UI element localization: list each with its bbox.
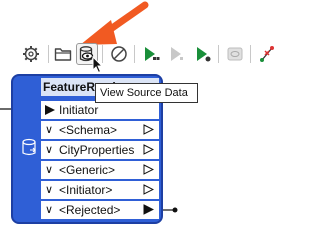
tooltip: View Source Data: [95, 83, 198, 103]
chevron-down-icon[interactable]: ∨: [45, 161, 53, 179]
output-port-arrow-icon: [143, 164, 154, 175]
chevron-down-icon[interactable]: ∨: [45, 181, 53, 199]
output-port-label: <Initiator>: [59, 183, 113, 197]
chevron-down-icon[interactable]: ∨: [45, 121, 53, 139]
output-port-label: <Generic>: [59, 163, 116, 177]
output-port-arrow-icon: [143, 144, 154, 155]
chevron-down-icon[interactable]: ∨: [45, 201, 53, 219]
output-port-label: CityProperties: [59, 143, 135, 157]
reader-database-icon: [22, 138, 36, 156]
output-port-arrow-icon: [143, 204, 154, 215]
chevron-down-icon[interactable]: ∨: [45, 141, 53, 159]
connection-dot: [172, 207, 178, 213]
output-port-label: <Rejected>: [59, 203, 121, 217]
output-port-arrow-icon: [143, 124, 154, 135]
output-port[interactable]: ∨ CityProperties: [41, 141, 159, 159]
output-port[interactable]: ∨ <Generic>: [41, 161, 159, 179]
output-port[interactable]: ∨ <Initiator>: [41, 181, 159, 199]
input-port[interactable]: Initiator: [41, 101, 159, 119]
input-port-arrow-icon: [45, 105, 55, 115]
output-port[interactable]: ∨ <Schema>: [41, 121, 159, 139]
output-port-arrow-icon: [143, 184, 154, 195]
input-port-label: Initiator: [59, 103, 99, 117]
mouse-cursor: [92, 56, 104, 74]
output-port[interactable]: ∨ <Rejected>: [41, 201, 159, 219]
output-port-label: <Schema>: [59, 123, 118, 137]
